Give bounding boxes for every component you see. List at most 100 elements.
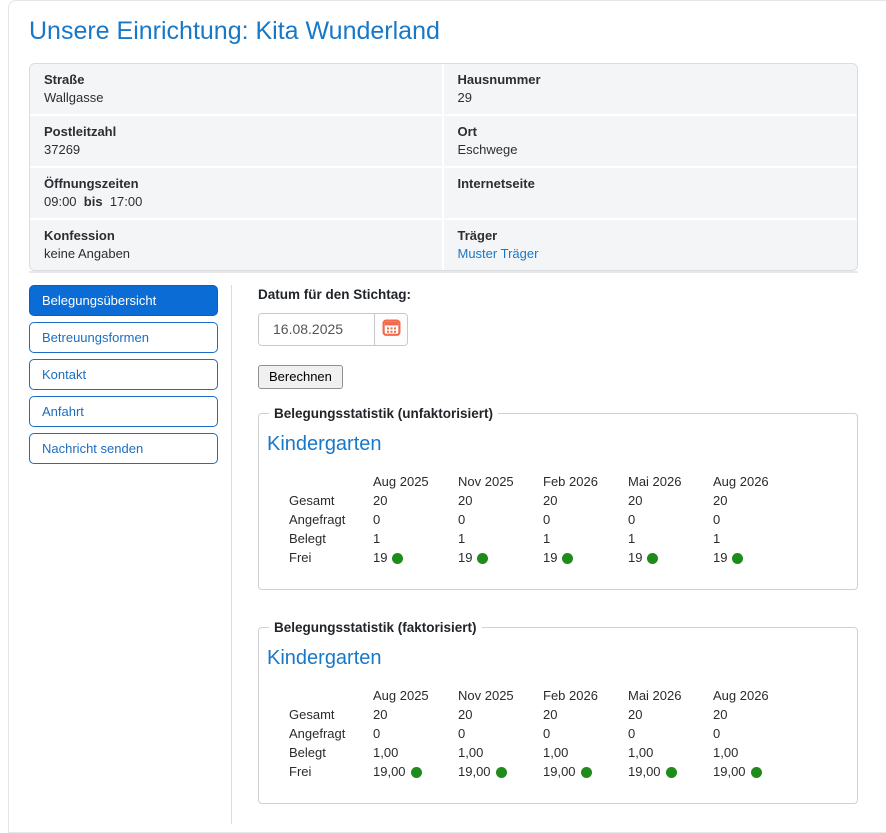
stat-value: 19,00 (373, 764, 406, 779)
stat-value-with-dot: 19,00 (713, 762, 798, 781)
sidebar-item-kontakt[interactable]: Kontakt (29, 359, 218, 390)
stat-value: 19 (458, 550, 472, 565)
stat-value: 19,00 (458, 764, 491, 779)
stat-value: 20 (713, 705, 798, 724)
stat-value: 0 (628, 510, 713, 529)
stat-value: 1 (713, 529, 798, 548)
stats-header-row: Aug 2025 Nov 2025 Feb 2026 Mai 2026 Aug … (289, 686, 798, 705)
status-dot-green (477, 553, 488, 564)
stats-legend-unfaktorisiert: Belegungsstatistik (unfaktorisiert) (269, 406, 498, 421)
stats-box-faktorisiert: Belegungsstatistik (faktorisiert) Kinder… (258, 620, 858, 804)
stats-box-unfaktorisiert: Belegungsstatistik (unfaktorisiert) Kind… (258, 406, 858, 590)
stat-value: 1,00 (458, 743, 543, 762)
stat-value-with-dot: 19 (458, 548, 543, 567)
stichtag-date-input[interactable] (259, 314, 374, 345)
stat-value: 0 (543, 724, 628, 743)
row-label: Angefragt (289, 724, 373, 743)
stat-value-with-dot: 19 (628, 548, 713, 567)
group-title-kindergarten: Kindergarten (267, 647, 839, 670)
stat-value: 20 (628, 491, 713, 510)
stat-value: 19 (628, 550, 642, 565)
stats-row-frei: Frei 19 19 19 19 19 (289, 548, 798, 567)
stat-value: 0 (713, 510, 798, 529)
divider-section (29, 272, 858, 273)
group-title-kindergarten: Kindergarten (267, 433, 839, 456)
stat-value: 19,00 (713, 764, 746, 779)
row-label: Frei (289, 548, 373, 567)
page-container: Unsere Einrichtung: Kita Wunderland Stra… (8, 0, 886, 833)
opening-to: 17:00 (110, 194, 143, 209)
cell-oeffnungszeiten: Öffnungszeiten 09:00 bis 17:00 (30, 168, 444, 218)
stichtag-label: Datum für den Stichtag: (258, 287, 858, 302)
stat-value: 20 (543, 491, 628, 510)
stat-value: 1,00 (373, 743, 458, 762)
stat-value: 20 (458, 491, 543, 510)
col-header: Aug 2026 (713, 472, 798, 491)
value-oeffnungszeiten: 09:00 bis 17:00 (44, 194, 428, 209)
row-label: Belegt (289, 743, 373, 762)
stat-value: 1,00 (543, 743, 628, 762)
value-strasse: Wallgasse (44, 90, 428, 105)
stat-value-with-dot: 19,00 (373, 762, 458, 781)
label-postleitzahl: Postleitzahl (44, 124, 428, 139)
stats-row-gesamt: Gesamt 20 20 20 20 20 (289, 705, 798, 724)
label-internetseite: Internetseite (458, 176, 844, 191)
sidebar-item-anfahrt[interactable]: Anfahrt (29, 396, 218, 427)
col-header: Feb 2026 (543, 472, 628, 491)
stat-value: 19 (543, 550, 557, 565)
content-column: Datum für den Stichtag: (231, 285, 858, 824)
stat-value: 0 (458, 510, 543, 529)
info-row-oeffnung-web: Öffnungszeiten 09:00 bis 17:00 Internets… (30, 168, 857, 220)
sidebar-item-betreuungsformen[interactable]: Betreuungsformen (29, 322, 218, 353)
stat-value-with-dot: 19 (713, 548, 798, 567)
row-label: Angefragt (289, 510, 373, 529)
label-oeffnungszeiten: Öffnungszeiten (44, 176, 428, 191)
facility-info-table: Straße Wallgasse Hausnummer 29 Postleitz… (29, 63, 858, 271)
stat-value: 20 (458, 705, 543, 724)
cell-ort: Ort Eschwege (444, 116, 858, 166)
stats-row-frei: Frei 19,00 19,00 19,00 19,00 19,00 (289, 762, 798, 781)
cell-internetseite: Internetseite (444, 168, 858, 218)
label-konfession: Konfession (44, 228, 428, 243)
stat-value: 0 (713, 724, 798, 743)
opening-from: 09:00 (44, 194, 77, 209)
cell-postleitzahl: Postleitzahl 37269 (30, 116, 444, 166)
label-strasse: Straße (44, 72, 428, 87)
stats-table-faktorisiert: Aug 2025 Nov 2025 Feb 2026 Mai 2026 Aug … (289, 686, 798, 781)
stats-row-belegt: Belegt 1,00 1,00 1,00 1,00 1,00 (289, 743, 798, 762)
stat-value: 19,00 (543, 764, 576, 779)
status-dot-green (647, 553, 658, 564)
stat-value: 1,00 (628, 743, 713, 762)
stats-row-belegt: Belegt 1 1 1 1 1 (289, 529, 798, 548)
stat-value: 0 (458, 724, 543, 743)
opening-bis-word: bis (84, 194, 103, 209)
status-dot-green (666, 767, 677, 778)
sidebar-item-belegungsuebersicht[interactable]: Belegungsübersicht (29, 285, 218, 316)
status-dot-green (411, 767, 422, 778)
label-traeger: Träger (458, 228, 844, 243)
label-hausnummer: Hausnummer (458, 72, 844, 87)
stat-value: 0 (373, 510, 458, 529)
stat-value: 0 (628, 724, 713, 743)
stat-value: 20 (628, 705, 713, 724)
stats-row-angefragt: Angefragt 0 0 0 0 0 (289, 724, 798, 743)
col-header: Aug 2025 (373, 686, 458, 705)
calendar-picker-button[interactable] (374, 314, 407, 345)
main-layout: Belegungsübersicht Betreuungsformen Kont… (29, 285, 858, 824)
stat-value-with-dot: 19,00 (628, 762, 713, 781)
row-label: Frei (289, 762, 373, 781)
berechnen-button[interactable]: Berechnen (258, 365, 343, 389)
stats-table-unfaktorisiert: Aug 2025 Nov 2025 Feb 2026 Mai 2026 Aug … (289, 472, 798, 567)
stat-value: 1,00 (713, 743, 798, 762)
status-dot-green (581, 767, 592, 778)
stat-value: 20 (543, 705, 628, 724)
col-header: Aug 2025 (373, 472, 458, 491)
stats-row-angefragt: Angefragt 0 0 0 0 0 (289, 510, 798, 529)
traeger-link[interactable]: Muster Träger (458, 246, 539, 261)
stat-value-with-dot: 19,00 (543, 762, 628, 781)
sidebar-item-nachricht-senden[interactable]: Nachricht senden (29, 433, 218, 464)
stat-value: 20 (373, 705, 458, 724)
value-konfession: keine Angaben (44, 246, 428, 261)
status-dot-green (562, 553, 573, 564)
stat-value: 20 (373, 491, 458, 510)
